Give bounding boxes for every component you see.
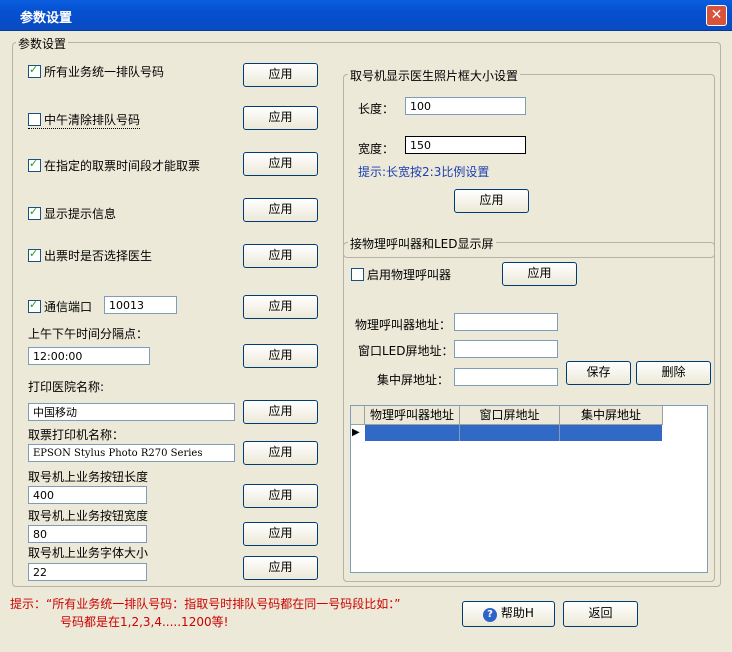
apply-button-11[interactable]: 应用 bbox=[243, 522, 318, 546]
printer-name-input[interactable]: EPSON Stylus Photo R270 Series bbox=[28, 444, 235, 462]
photo-apply-button[interactable]: 应用 bbox=[454, 189, 529, 213]
grid-selected-row[interactable] bbox=[365, 425, 662, 441]
help-icon: ? bbox=[483, 608, 498, 622]
footer-hint-line1: 提示：“所有业务统一排队号码：指取号时排队号码都在同一号码段比如：” bbox=[10, 597, 401, 611]
port-input[interactable]: 10013 bbox=[104, 296, 177, 314]
checkbox-comm-port-box[interactable] bbox=[28, 298, 41, 313]
apply-button-7[interactable]: 应用 bbox=[243, 344, 318, 368]
central-screen-input[interactable] bbox=[454, 368, 558, 386]
hospital-name-input[interactable]: 中国移动 bbox=[28, 403, 235, 421]
apply-button-1[interactable]: 应用 bbox=[243, 63, 318, 87]
photo-length-label: 长度： bbox=[358, 102, 395, 116]
caller-address-input[interactable] bbox=[454, 313, 558, 331]
caller-group-label: 接物理呼叫器和LED显示屏 bbox=[348, 235, 496, 252]
font-size-input[interactable]: 22 bbox=[28, 563, 147, 581]
apply-button-5[interactable]: 应用 bbox=[243, 244, 318, 268]
hospital-name-label: 打印医院名称: bbox=[28, 380, 105, 394]
photo-group-label: 取号机显示医生照片框大小设置 bbox=[348, 67, 521, 84]
apply-button-4[interactable]: 应用 bbox=[243, 198, 318, 222]
printer-name-label: 取票打印机名称： bbox=[28, 428, 125, 442]
dialog-body: 参数设置 所有业务统一排队号码 应用 中午清除排队号码 应用 在指定的取票时间段… bbox=[0, 31, 732, 652]
apply-button-8[interactable]: 应用 bbox=[243, 400, 318, 424]
grid-cell-divider bbox=[559, 425, 560, 441]
delete-button[interactable]: 删除 bbox=[636, 361, 711, 385]
split-time-input[interactable]: 12:00:00 bbox=[28, 347, 150, 365]
checkbox-unified-queue[interactable]: 所有业务统一排队号码 bbox=[28, 63, 164, 80]
button-length-label: 取号机上业务按钮长度 bbox=[28, 470, 149, 484]
checkbox-show-hint[interactable]: 显示提示信息 bbox=[28, 205, 116, 222]
grid-header-window[interactable]: 窗口屏地址 bbox=[460, 406, 560, 425]
photo-width-input[interactable]: 150 bbox=[405, 136, 526, 154]
photo-width-label: 宽度： bbox=[358, 142, 395, 156]
help-button[interactable]: ? 帮助H bbox=[462, 601, 555, 627]
checkbox-enable-caller-box[interactable] bbox=[351, 268, 364, 281]
button-width-label: 取号机上业务按钮宽度 bbox=[28, 509, 149, 523]
photo-length-input[interactable]: 100 bbox=[405, 97, 526, 115]
checkbox-choose-doctor[interactable]: 出票时是否选择医生 bbox=[28, 247, 152, 264]
help-button-label: 帮助H bbox=[500, 606, 534, 620]
split-time-label: 上午下午时间分隔点： bbox=[28, 327, 149, 341]
footer-hint-line2: 号码都是在1,2,3,4.....1200等! bbox=[60, 615, 229, 629]
grid-header-central[interactable]: 集中屏地址 bbox=[560, 406, 663, 425]
grid-row-marker: ▶ bbox=[352, 427, 360, 438]
apply-button-12[interactable]: 应用 bbox=[243, 556, 318, 580]
checkbox-choose-doctor-box[interactable] bbox=[28, 247, 41, 262]
grid-corner bbox=[351, 406, 365, 425]
checkbox-ticket-period-box[interactable] bbox=[28, 157, 41, 172]
apply-button-9[interactable]: 应用 bbox=[243, 441, 318, 465]
led-address-label: 窗口LED屏地址： bbox=[358, 344, 454, 358]
apply-button-3[interactable]: 应用 bbox=[243, 152, 318, 176]
save-button[interactable]: 保存 bbox=[566, 361, 631, 385]
grid-cell-divider bbox=[459, 425, 460, 441]
caller-address-label: 物理呼叫器地址： bbox=[355, 318, 452, 332]
checkbox-unified-queue-box[interactable] bbox=[28, 63, 41, 78]
apply-button-10[interactable]: 应用 bbox=[243, 484, 318, 508]
checkbox-clear-noon[interactable]: 中午清除排队号码 bbox=[28, 111, 141, 129]
title-bar: 参数设置 ✕ bbox=[0, 0, 732, 31]
address-grid[interactable]: 物理呼叫器地址 窗口屏地址 集中屏地址 ▶ bbox=[350, 405, 708, 573]
button-width-input[interactable]: 80 bbox=[28, 525, 147, 543]
button-length-input[interactable]: 400 bbox=[28, 486, 147, 504]
central-screen-label: 集中屏地址： bbox=[377, 373, 450, 387]
checkbox-enable-caller[interactable]: 启用物理呼叫器 bbox=[351, 266, 451, 283]
left-group-label: 参数设置 bbox=[16, 35, 69, 52]
apply-button-2[interactable]: 应用 bbox=[243, 106, 318, 130]
close-button[interactable]: ✕ bbox=[706, 5, 727, 26]
checkbox-show-hint-box[interactable] bbox=[28, 205, 41, 220]
apply-button-6[interactable]: 应用 bbox=[243, 295, 318, 319]
font-size-label: 取号机上业务字体大小 bbox=[28, 546, 149, 560]
checkbox-clear-noon-box[interactable] bbox=[28, 113, 41, 126]
grid-header-caller[interactable]: 物理呼叫器地址 bbox=[365, 406, 460, 425]
led-address-input[interactable] bbox=[454, 340, 558, 358]
checkbox-comm-port[interactable]: 通信端口 bbox=[28, 298, 92, 315]
caller-apply-button[interactable]: 应用 bbox=[502, 262, 577, 286]
back-button[interactable]: 返回 bbox=[563, 601, 638, 627]
checkbox-ticket-period[interactable]: 在指定的取票时间段才能取票 bbox=[28, 157, 200, 174]
window-title: 参数设置 bbox=[20, 11, 73, 26]
photo-ratio-hint: 提示:长宽按2:3比例设置 bbox=[358, 165, 490, 179]
